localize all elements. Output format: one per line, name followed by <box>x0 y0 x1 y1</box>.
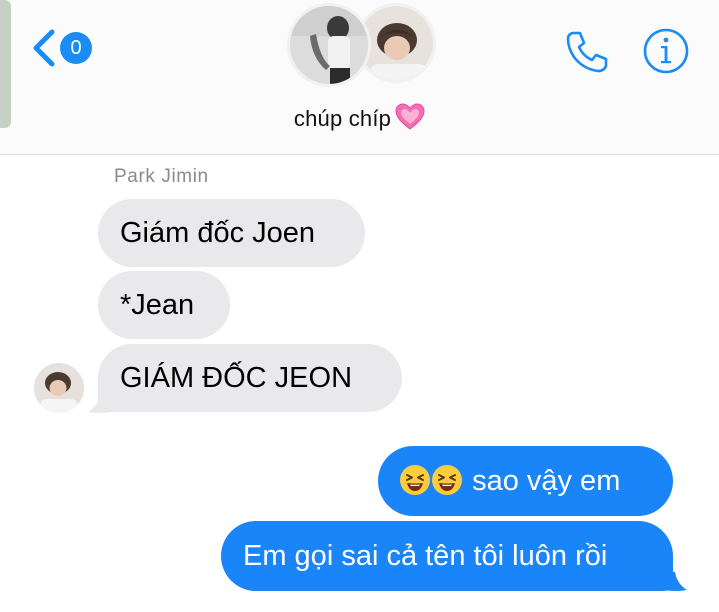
outgoing-message-text: sao vậy em <box>472 465 621 497</box>
chevron-left-icon <box>33 29 55 67</box>
group-name-label: chúp chíp <box>293 106 392 131</box>
incoming-message[interactable]: GIÁM ĐỐC JEON <box>98 344 402 412</box>
incoming-message[interactable]: *Jean <box>98 271 230 339</box>
sender-name: Park Jimin <box>114 166 209 187</box>
sender-avatar[interactable] <box>34 363 84 413</box>
outgoing-bubble-tail <box>663 572 687 591</box>
chat-header: 0 chúp chíp <box>0 0 719 155</box>
back-button[interactable]: 0 <box>30 28 92 68</box>
laughing-emoji-icon <box>400 465 430 495</box>
incoming-bubble-tail <box>88 394 112 413</box>
laughing-emoji-icon <box>432 465 462 495</box>
incoming-message[interactable]: Giám đốc Joen <box>98 199 365 267</box>
outgoing-message[interactable]: Em gọi sai cả tên tôi luôn rồi <box>221 521 673 591</box>
group-avatar-primary[interactable] <box>287 3 371 87</box>
unread-count-badge: 0 <box>60 32 92 64</box>
outgoing-message[interactable]: sao vậy em <box>378 446 673 516</box>
info-icon <box>643 28 689 74</box>
group-name[interactable]: chúp chíp <box>0 103 719 137</box>
phone-icon <box>566 31 608 73</box>
info-button[interactable] <box>641 26 691 81</box>
call-button[interactable] <box>563 28 611 81</box>
heart-icon <box>395 103 425 137</box>
